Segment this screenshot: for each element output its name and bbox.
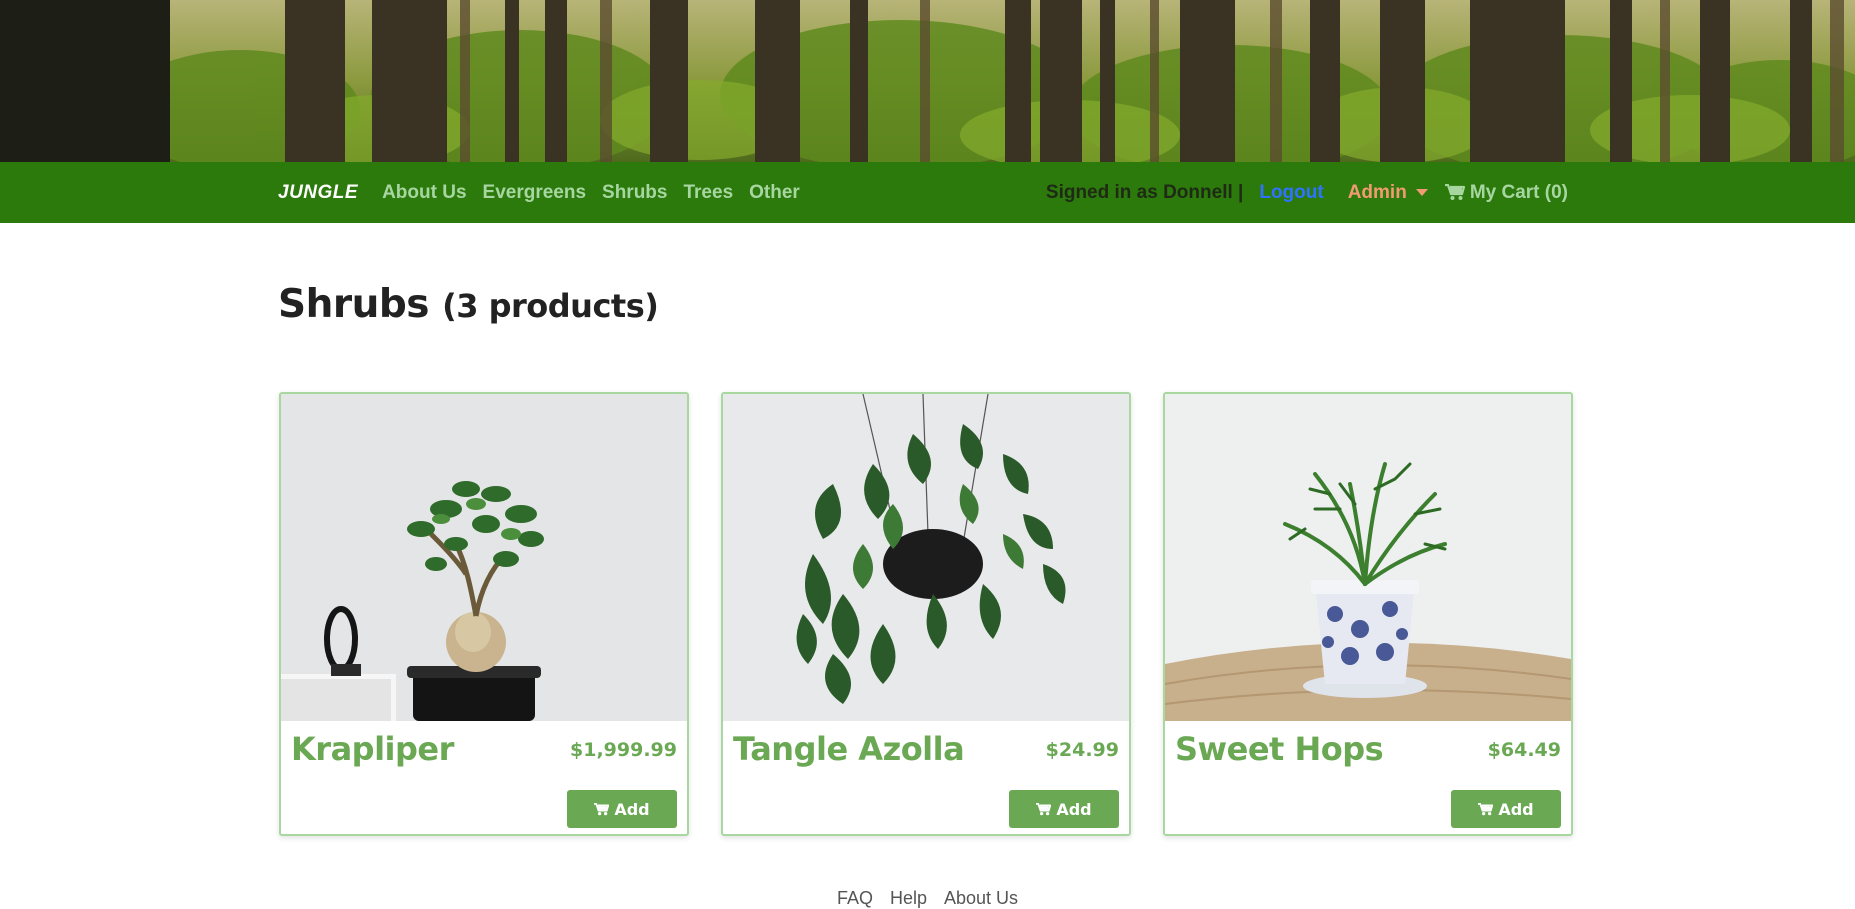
footer-link-faq[interactable]: FAQ bbox=[837, 888, 873, 908]
nav-link-about-us[interactable]: About Us bbox=[382, 182, 466, 204]
product-image-sweet-hops bbox=[1165, 394, 1571, 721]
product-price: $64.49 bbox=[1487, 739, 1561, 761]
add-button-label: Add bbox=[1056, 799, 1092, 819]
product-name[interactable]: Tangle Azolla bbox=[733, 730, 965, 768]
admin-label: Admin bbox=[1347, 181, 1407, 203]
footer: FAQ Help About Us bbox=[0, 888, 1855, 909]
category-title: Shrubs bbox=[278, 282, 429, 327]
add-button-label: Add bbox=[614, 799, 650, 819]
product-card[interactable]: Tangle Azolla $24.99 Add bbox=[721, 392, 1131, 836]
my-cart-label: My Cart (0) bbox=[1469, 181, 1568, 203]
cart-icon bbox=[1444, 184, 1465, 200]
navbar-inner: JUNGLE About Us Evergreens Shrubs Trees … bbox=[278, 162, 1568, 223]
product-name[interactable]: Krapliper bbox=[291, 730, 454, 768]
brand-logo[interactable]: JUNGLE bbox=[278, 182, 358, 204]
footer-link-about-us[interactable]: About Us bbox=[944, 888, 1018, 908]
page-title: Shrubs (3 products) bbox=[278, 282, 659, 327]
caret-down-icon bbox=[1415, 189, 1428, 196]
cart-icon bbox=[1036, 802, 1052, 815]
navbar-user-section: Signed in as Donnell | Logout Admin My C… bbox=[1046, 182, 1568, 204]
product-price: $24.99 bbox=[1045, 739, 1119, 761]
product-price: $1,999.99 bbox=[570, 739, 677, 761]
product-image-tangle-azolla bbox=[723, 394, 1129, 721]
hero-banner bbox=[0, 0, 1855, 162]
signed-in-text: Signed in as Donnell | bbox=[1045, 181, 1244, 203]
my-cart-link[interactable]: My Cart (0) bbox=[1444, 181, 1568, 204]
nav-link-shrubs[interactable]: Shrubs bbox=[602, 182, 667, 204]
product-name[interactable]: Sweet Hops bbox=[1175, 730, 1384, 768]
nav-link-trees[interactable]: Trees bbox=[683, 182, 733, 204]
nav-link-other[interactable]: Other bbox=[749, 182, 800, 204]
cart-icon bbox=[1478, 802, 1494, 815]
navbar: JUNGLE About Us Evergreens Shrubs Trees … bbox=[0, 162, 1855, 223]
product-card[interactable]: Sweet Hops $64.49 Add bbox=[1163, 392, 1573, 836]
add-to-cart-button[interactable]: Add bbox=[1009, 790, 1119, 828]
footer-link-help[interactable]: Help bbox=[890, 888, 927, 908]
nav-link-evergreens[interactable]: Evergreens bbox=[483, 182, 587, 204]
admin-dropdown[interactable]: Admin bbox=[1348, 182, 1428, 204]
add-button-label: Add bbox=[1498, 799, 1534, 819]
product-image-krapliper bbox=[281, 394, 687, 721]
add-to-cart-button[interactable]: Add bbox=[1451, 790, 1561, 828]
product-card[interactable]: Krapliper $1,999.99 Add bbox=[279, 392, 689, 836]
cart-icon bbox=[594, 802, 610, 815]
forest-image bbox=[0, 0, 1855, 162]
add-to-cart-button[interactable]: Add bbox=[567, 790, 677, 828]
logout-link[interactable]: Logout bbox=[1259, 182, 1323, 204]
product-count: (3 products) bbox=[442, 287, 659, 325]
